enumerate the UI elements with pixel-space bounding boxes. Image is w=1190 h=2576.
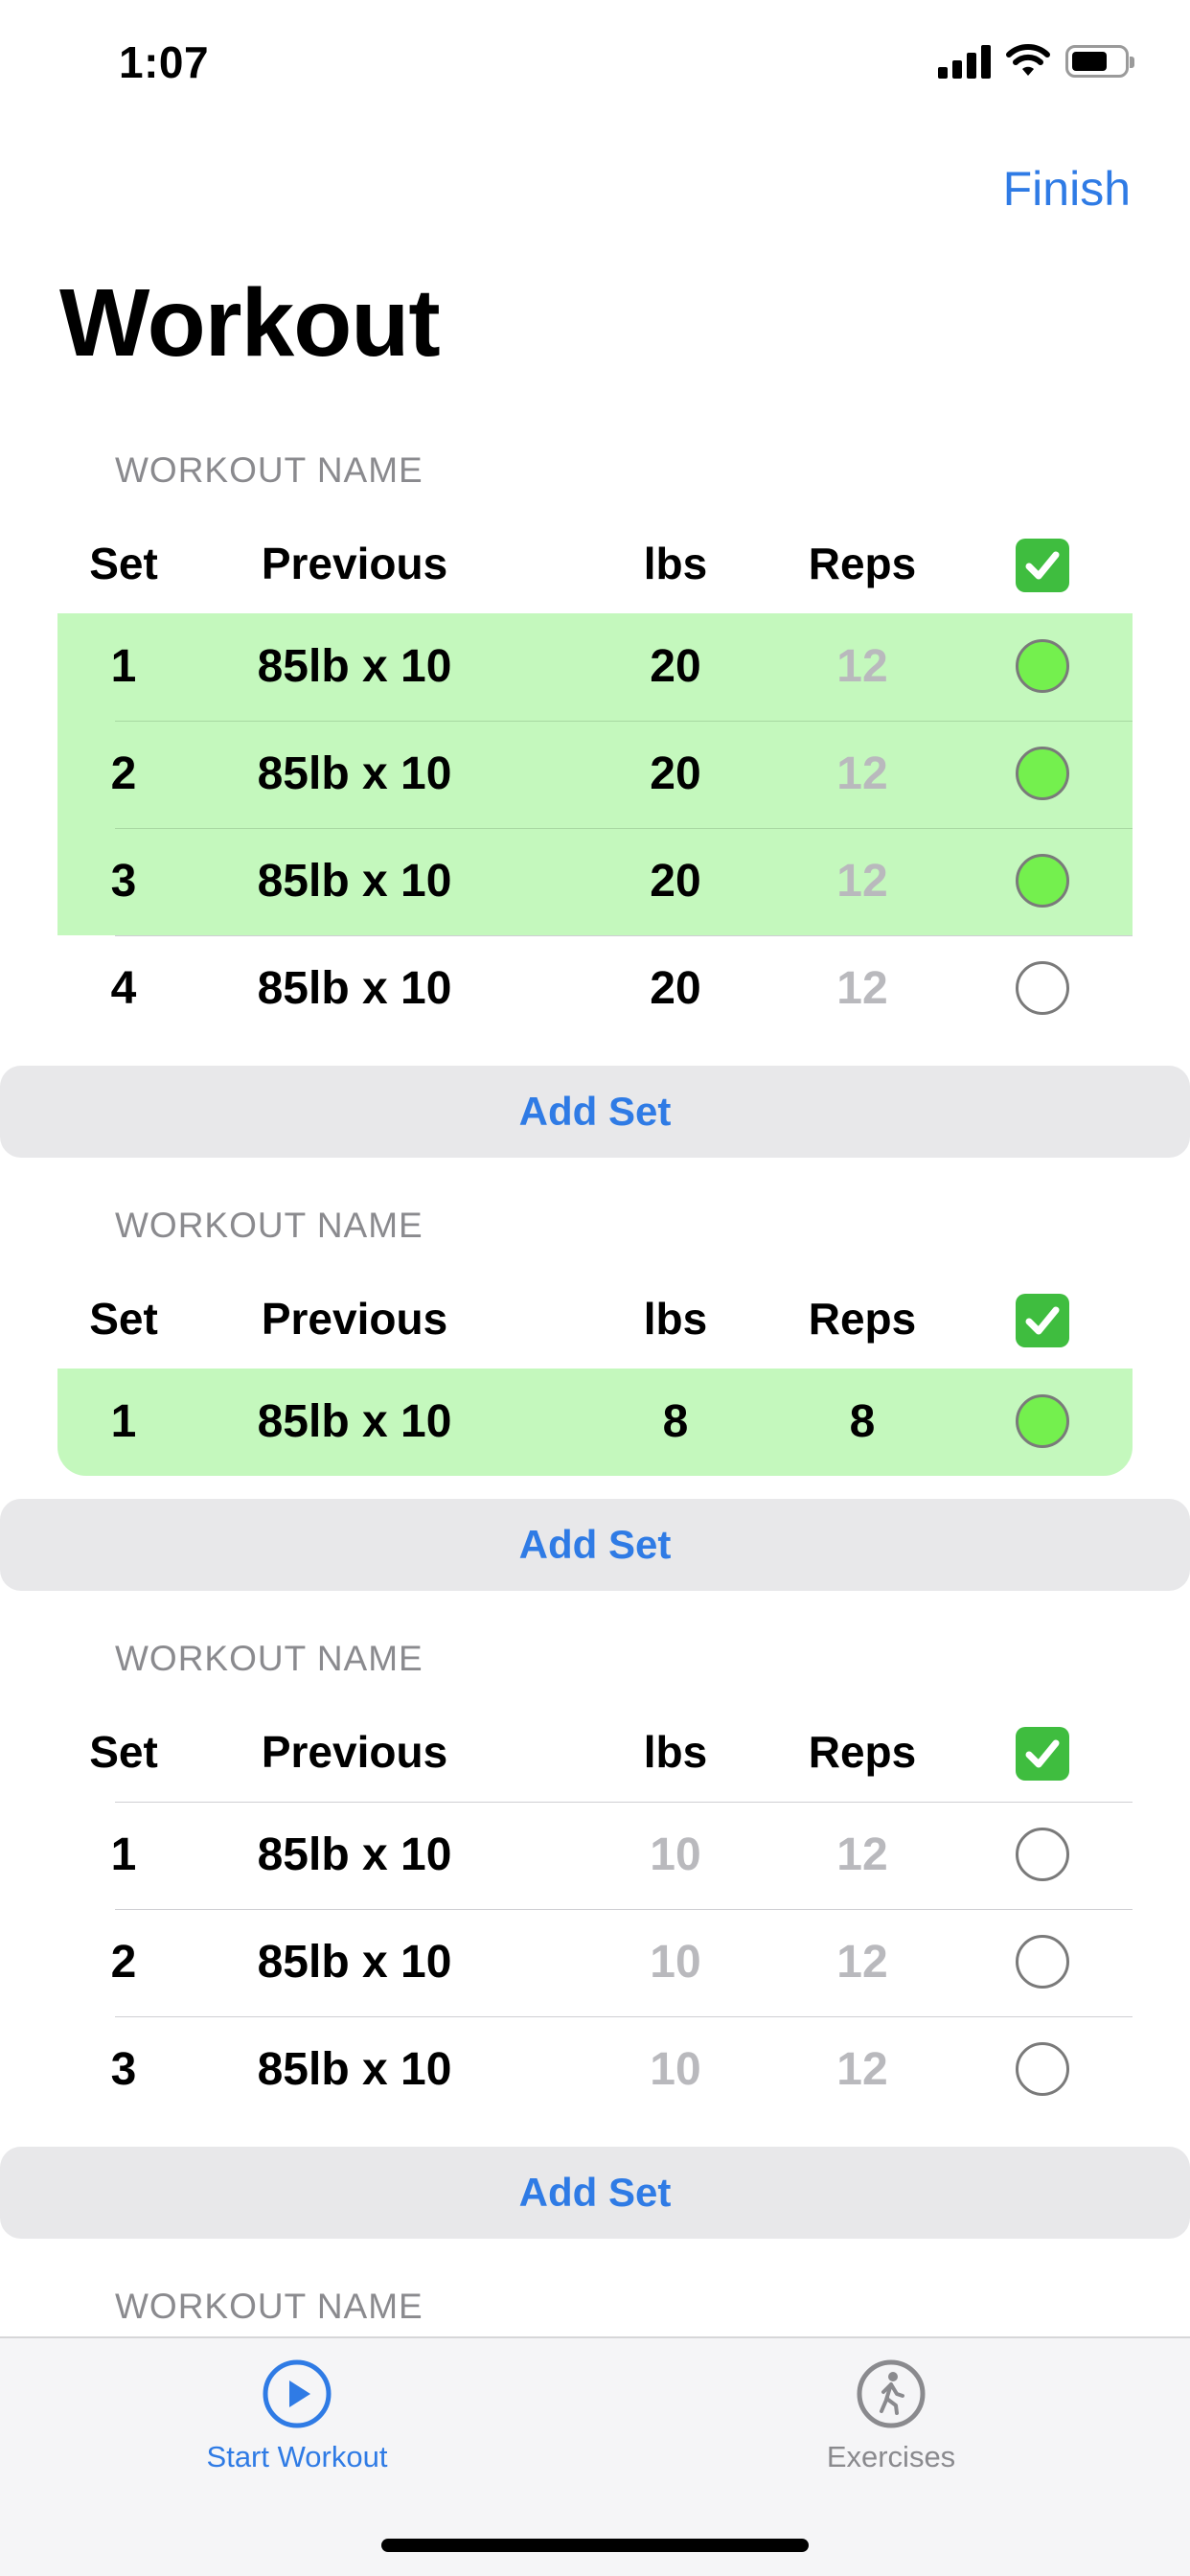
set-number: 1 xyxy=(110,1396,137,1447)
row-divider xyxy=(115,721,1133,722)
lbs-input[interactable]: 20 xyxy=(613,613,738,721)
finish-button[interactable]: Finish xyxy=(1003,161,1131,217)
reps-input[interactable]: 12 xyxy=(795,613,929,721)
previous-value: 85lb x 10 xyxy=(257,1396,452,1447)
workout-screen: 1:07 Finish Workout WORKOUT NAME Set Previ… xyxy=(0,0,1190,2576)
section-label: WORKOUT NAME xyxy=(115,1206,423,1245)
complete-set-toggle[interactable] xyxy=(1016,1828,1069,1881)
check-mark-icon xyxy=(1016,1727,1069,1781)
status-icons xyxy=(938,44,1134,79)
section-label: WORKOUT NAME xyxy=(115,450,423,490)
column-header-lbs: lbs xyxy=(643,539,708,588)
table-header-row: Set Previous lbs Reps xyxy=(57,1265,1133,1372)
row-divider xyxy=(115,1802,1133,1803)
complete-set-toggle[interactable] xyxy=(1016,961,1069,1015)
row-divider xyxy=(115,935,1133,936)
reps-input[interactable]: 8 xyxy=(795,1368,929,1476)
complete-set-toggle[interactable] xyxy=(1016,639,1069,693)
tab-exercises[interactable]: Exercises xyxy=(747,2358,1035,2474)
page-title: Workout xyxy=(59,269,441,377)
complete-set-toggle[interactable] xyxy=(1016,2042,1069,2096)
wifi-icon xyxy=(1006,44,1050,76)
table-header-row: Set Previous lbs Reps xyxy=(57,510,1133,617)
cellular-signal-icon xyxy=(938,44,991,79)
lbs-input[interactable]: 20 xyxy=(613,828,738,935)
lbs-input[interactable]: 10 xyxy=(613,2016,738,2124)
complete-set-toggle[interactable] xyxy=(1016,1935,1069,1989)
set-row: 3 85lb x 10 10 12 xyxy=(57,2016,1133,2124)
lbs-input[interactable]: 10 xyxy=(613,1909,738,2016)
check-mark-icon xyxy=(1016,1294,1069,1347)
previous-value: 85lb x 10 xyxy=(257,1937,452,1988)
set-number: 1 xyxy=(110,1829,137,1880)
column-header-lbs: lbs xyxy=(643,1294,708,1344)
walking-figure-icon xyxy=(857,2359,926,2428)
tab-start-workout[interactable]: Start Workout xyxy=(153,2358,441,2474)
row-divider xyxy=(115,2016,1133,2017)
check-mark-icon xyxy=(1016,539,1069,592)
battery-icon xyxy=(1065,45,1134,78)
reps-input[interactable]: 12 xyxy=(795,721,929,828)
set-row: 1 85lb x 10 8 8 xyxy=(57,1368,1133,1476)
reps-input[interactable]: 12 xyxy=(795,1802,929,1909)
add-set-button[interactable]: Add Set xyxy=(0,1066,1190,1158)
reps-input[interactable]: 12 xyxy=(795,1909,929,2016)
previous-value: 85lb x 10 xyxy=(257,856,452,907)
table-header-row: Set Previous lbs Reps xyxy=(57,1698,1133,1806)
home-indicator xyxy=(381,2539,809,2552)
set-row: 2 85lb x 10 20 12 xyxy=(57,721,1133,828)
reps-input[interactable]: 12 xyxy=(795,2016,929,2124)
add-set-button[interactable]: Add Set xyxy=(0,1499,1190,1591)
row-divider xyxy=(115,828,1133,829)
play-circle-icon xyxy=(263,2359,332,2428)
set-row: 3 85lb x 10 20 12 xyxy=(57,828,1133,935)
set-number: 2 xyxy=(110,1937,137,1988)
column-header-reps: Reps xyxy=(808,1294,917,1344)
set-number: 2 xyxy=(110,748,137,799)
previous-value: 85lb x 10 xyxy=(257,2044,452,2095)
column-header-previous: Previous xyxy=(261,539,448,588)
tab-start-workout-label: Start Workout xyxy=(206,2440,388,2473)
row-divider xyxy=(115,1909,1133,1910)
set-number: 3 xyxy=(110,2044,137,2095)
previous-value: 85lb x 10 xyxy=(257,641,452,692)
complete-set-toggle[interactable] xyxy=(1016,1394,1069,1448)
column-header-reps: Reps xyxy=(808,1727,917,1777)
reps-input[interactable]: 12 xyxy=(795,935,929,1043)
section-label: WORKOUT NAME xyxy=(115,1639,423,1678)
section-label: WORKOUT NAME xyxy=(115,2287,423,2326)
add-set-button[interactable]: Add Set xyxy=(0,2147,1190,2239)
previous-value: 85lb x 10 xyxy=(257,748,452,799)
complete-set-toggle[interactable] xyxy=(1016,854,1069,908)
set-row: 4 85lb x 10 20 12 xyxy=(57,935,1133,1043)
reps-input[interactable]: 12 xyxy=(795,828,929,935)
lbs-input[interactable]: 20 xyxy=(613,935,738,1043)
previous-value: 85lb x 10 xyxy=(257,963,452,1014)
column-header-previous: Previous xyxy=(261,1294,448,1344)
lbs-input[interactable]: 10 xyxy=(613,1802,738,1909)
column-header-previous: Previous xyxy=(261,1727,448,1777)
set-row: 1 85lb x 10 20 12 xyxy=(57,613,1133,721)
column-header-set: Set xyxy=(89,1294,158,1344)
column-header-set: Set xyxy=(89,1727,158,1777)
lbs-input[interactable]: 20 xyxy=(613,721,738,828)
status-bar: 1:07 xyxy=(0,0,1190,129)
status-time: 1:07 xyxy=(119,37,210,87)
set-row: 1 85lb x 10 10 12 xyxy=(57,1802,1133,1909)
tab-exercises-label: Exercises xyxy=(826,2440,956,2473)
lbs-input[interactable]: 8 xyxy=(613,1368,738,1476)
column-header-set: Set xyxy=(89,539,158,588)
set-row: 2 85lb x 10 10 12 xyxy=(57,1909,1133,2016)
column-header-reps: Reps xyxy=(808,539,917,588)
set-number: 3 xyxy=(110,856,137,907)
set-number: 4 xyxy=(110,963,137,1014)
complete-set-toggle[interactable] xyxy=(1016,747,1069,800)
column-header-lbs: lbs xyxy=(643,1727,708,1777)
previous-value: 85lb x 10 xyxy=(257,1829,452,1880)
set-number: 1 xyxy=(110,641,137,692)
